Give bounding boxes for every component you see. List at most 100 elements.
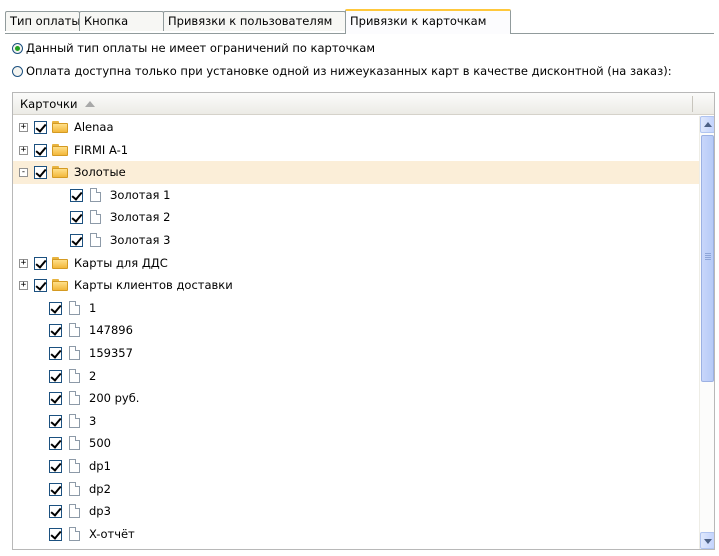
checkbox-checked-icon[interactable] xyxy=(70,188,83,202)
checkbox-checked-icon[interactable] xyxy=(49,392,62,406)
document-icon xyxy=(90,232,101,247)
tree-item-row[interactable]: 500 xyxy=(13,432,699,455)
expand-icon[interactable]: + xyxy=(19,258,28,268)
expand-icon[interactable]: + xyxy=(19,123,28,132)
checkbox-checked-icon[interactable] xyxy=(34,279,47,293)
tree-item-label: Золотая 1 xyxy=(110,187,171,202)
checkbox-checked-icon[interactable] xyxy=(49,414,62,428)
scrollbar-thumb[interactable] xyxy=(701,135,714,382)
tree-item-row[interactable]: dp3 xyxy=(13,500,699,523)
document-icon xyxy=(69,436,80,451)
tree-item-label: Alenaa xyxy=(74,120,114,134)
tree-item-label: Золотые xyxy=(74,165,126,180)
tree-item-label: 200 руб. xyxy=(89,391,140,406)
expand-icon[interactable]: + xyxy=(19,281,28,291)
checkbox-checked-icon[interactable] xyxy=(49,527,62,541)
tree-item-row[interactable]: 200 руб. xyxy=(13,387,699,410)
tree-item-row[interactable]: 3 xyxy=(13,410,699,433)
document-icon xyxy=(69,368,80,383)
tree-folder-row[interactable]: + Карты клиентов доставки xyxy=(13,274,699,297)
document-icon xyxy=(69,481,80,496)
grip-line xyxy=(705,255,711,256)
checkbox-checked-icon[interactable] xyxy=(49,324,62,338)
tree-folder-row[interactable]: + FIRMI A-1 xyxy=(13,139,699,162)
tree-item-row[interactable]: 159357 xyxy=(13,342,699,365)
radio-selected-icon[interactable] xyxy=(12,42,23,54)
folder-icon xyxy=(52,121,68,133)
grip-line xyxy=(705,253,711,254)
tree-item-label: 147896 xyxy=(89,323,133,338)
sort-ascending-icon xyxy=(85,100,96,107)
document-icon xyxy=(69,504,80,519)
tree-item-label: 1 xyxy=(89,300,97,315)
tree-item-label: dp3 xyxy=(89,504,111,519)
checkbox-checked-icon[interactable] xyxy=(34,166,47,180)
tree-folder-row[interactable]: + Карты для ДДС xyxy=(13,252,699,275)
checkbox-checked-icon[interactable] xyxy=(49,482,62,496)
checkbox-checked-icon[interactable] xyxy=(34,121,47,134)
document-icon xyxy=(69,300,80,315)
document-icon xyxy=(69,345,80,360)
document-icon xyxy=(69,526,80,541)
checkbox-checked-icon[interactable] xyxy=(49,369,62,383)
checkbox-checked-icon[interactable] xyxy=(34,256,47,270)
folder-body xyxy=(52,258,68,269)
header-separator xyxy=(692,96,693,112)
folder-icon xyxy=(52,279,68,292)
tree-item-row[interactable]: Золотая 2 xyxy=(13,206,699,229)
tab-label: Тип оплаты xyxy=(10,14,81,28)
tree-folder-row[interactable]: - Золотые xyxy=(13,161,699,184)
tree-item-row[interactable]: 1 xyxy=(13,297,699,320)
tab-label: Привязки к карточкам xyxy=(350,14,487,28)
chevron-down-icon xyxy=(704,539,712,544)
tab-user-bindings[interactable]: Привязки к пользователям xyxy=(163,11,346,31)
tree-item-row[interactable]: Золотая 1 xyxy=(13,184,699,207)
cards-tree-grid: Карточки + Alenaa + FIRMI A-1 - Золотые Золота… xyxy=(12,92,715,550)
option-no-restrictions[interactable]: Данный тип оплаты не имеет ограничений п… xyxy=(12,40,375,56)
tab-payment-type[interactable]: Тип оплаты xyxy=(5,11,80,31)
tree-item-label: dp1 xyxy=(89,458,111,473)
folder-body xyxy=(52,123,68,133)
scroll-down-button[interactable] xyxy=(700,532,714,549)
column-header-label: Карточки xyxy=(20,96,78,111)
checkbox-checked-icon[interactable] xyxy=(34,143,47,157)
tree-item-label: 500 xyxy=(89,436,111,451)
collapse-icon[interactable]: - xyxy=(19,168,28,178)
expand-icon[interactable]: + xyxy=(19,145,28,155)
tree-item-row[interactable]: 2 xyxy=(13,365,699,388)
document-icon xyxy=(90,187,101,202)
tree-item-row[interactable]: 147896 xyxy=(13,319,699,342)
tab-button[interactable]: Кнопка xyxy=(79,11,164,31)
tree-item-row[interactable]: dp2 xyxy=(13,478,699,501)
tree-item-row[interactable]: Золотая 3 xyxy=(13,229,699,252)
option-restricted[interactable]: Оплата доступна только при установке одн… xyxy=(12,63,672,79)
tree-item-row[interactable]: X-отчёт xyxy=(13,523,699,546)
tree-item-label: 3 xyxy=(89,413,97,428)
tree-item-label: 2 xyxy=(89,368,97,383)
cropped-top-text xyxy=(0,0,719,6)
tree-item-label: Карты для ДДС xyxy=(74,255,168,270)
folder-icon xyxy=(52,166,68,179)
tab-label: Привязки к пользователям xyxy=(168,14,333,28)
folder-icon xyxy=(52,256,68,269)
checkbox-checked-icon[interactable] xyxy=(70,233,83,247)
scroll-up-button[interactable] xyxy=(700,116,714,133)
document-icon xyxy=(69,391,80,406)
document-icon xyxy=(69,323,80,338)
tree-folder-row[interactable]: + Alenaa xyxy=(13,116,699,139)
checkbox-checked-icon[interactable] xyxy=(49,437,62,451)
checkbox-checked-icon[interactable] xyxy=(49,301,62,315)
document-icon xyxy=(69,458,80,473)
checkbox-checked-icon[interactable] xyxy=(49,505,62,519)
option-label: Данный тип оплаты не имеет ограничений п… xyxy=(26,41,376,55)
radio-unselected-icon[interactable] xyxy=(12,65,23,77)
tree-item-label: Золотая 3 xyxy=(110,232,171,247)
tree-item-row[interactable]: dp1 xyxy=(13,455,699,478)
vertical-scrollbar[interactable] xyxy=(699,116,714,549)
column-header-cards[interactable]: Карточки xyxy=(13,93,714,115)
tab-card-bindings[interactable]: Привязки к карточкам xyxy=(345,9,511,34)
checkbox-checked-icon[interactable] xyxy=(49,346,62,360)
checkbox-checked-icon[interactable] xyxy=(49,459,62,473)
chevron-up-icon xyxy=(704,122,712,127)
checkbox-checked-icon[interactable] xyxy=(70,211,83,225)
